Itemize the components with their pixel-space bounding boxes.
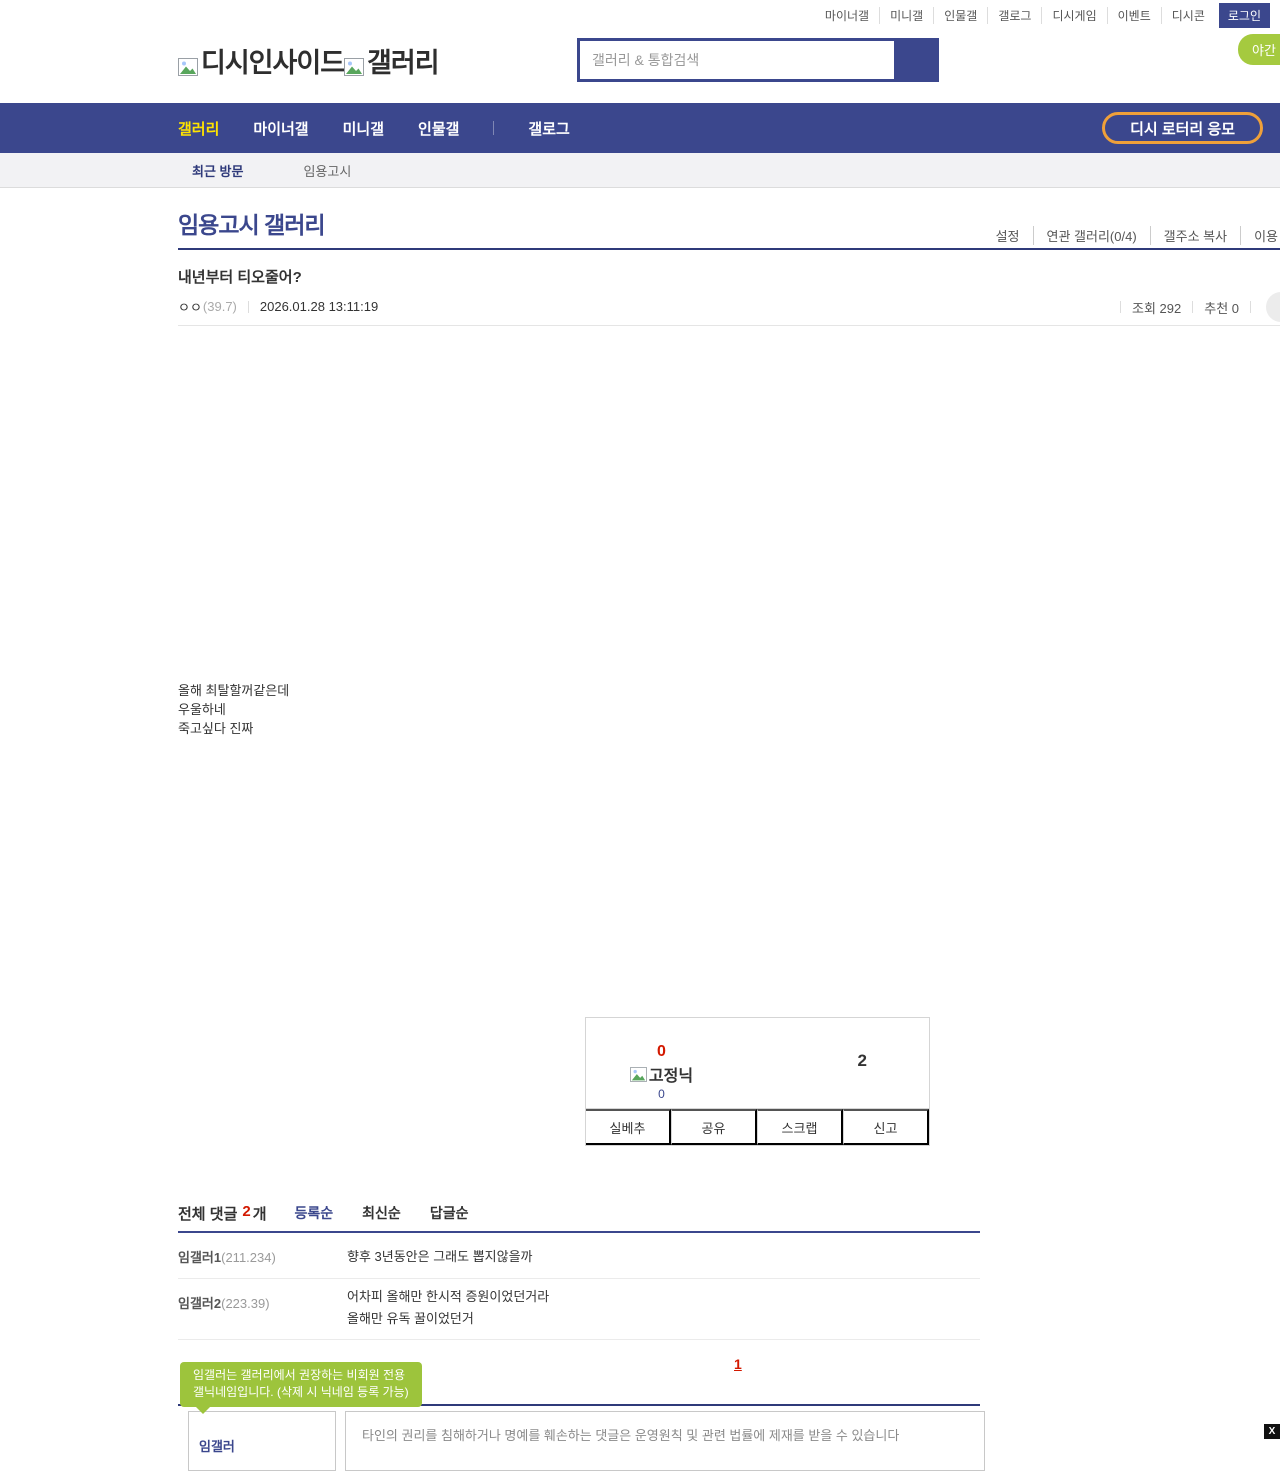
comment-text: 어차피 올해만 한시적 증원이었던거라 올해만 유독 꿀이었던거	[347, 1286, 549, 1330]
post-body-line: 올해 최탈할꺼같은데	[178, 683, 290, 698]
post-meta: ㅇㅇ (39.7) 2026.01.28 13:11:19	[178, 297, 378, 316]
comment-text: 향후 3년동안은 그래도 뽑지않을까	[347, 1246, 533, 1268]
comments-count: 2	[242, 1203, 251, 1220]
post-author[interactable]: ㅇㅇ	[178, 297, 202, 316]
main-nav: 갤러리 마이너갤 미니갤 인물갤 갤로그	[0, 103, 1280, 153]
topbar-link-person-gallery[interactable]: 인물갤	[934, 6, 989, 24]
close-banner-button[interactable]: X	[1264, 1424, 1280, 1439]
search-box	[577, 38, 939, 82]
sort-tab-newest[interactable]: 최신순	[362, 1203, 401, 1223]
downvote-count: 2	[857, 1051, 867, 1070]
comment-author[interactable]: 임갤러1(211.234)	[178, 1247, 276, 1266]
logo-text-dcinside: 디시인사이드	[201, 48, 345, 78]
comment-page-1[interactable]: 1	[734, 1356, 742, 1372]
broken-image-icon	[178, 52, 198, 76]
comment-nick: 임갤러2	[178, 1296, 222, 1311]
guest-nickname-tooltip: 임갤러는 갤러리에서 권장하는 비회원 전용 갤닉네임입니다. (삭제 시 닉네…	[180, 1362, 422, 1414]
tooltip-line: 갤닉네임입니다. (삭제 시 닉네임 등록 가능)	[193, 1385, 409, 1399]
post-body-line: 죽고싶다 진짜	[178, 721, 254, 736]
silbechu-button[interactable]: 실베추	[586, 1109, 671, 1145]
title-divider	[178, 248, 1280, 250]
topbar-link-mini-gallery[interactable]: 미니갤	[880, 6, 935, 24]
comment-author[interactable]: 임갤러2(223.39)	[178, 1293, 270, 1312]
scrap-button[interactable]: 스크랩	[757, 1109, 843, 1145]
site-logo[interactable]: 디시인사이드 갤러리	[178, 41, 440, 80]
post-header-divider	[178, 325, 1280, 326]
night-mode-badge[interactable]: 야간 도	[1238, 34, 1280, 65]
vote-counts: 0 고정닉 0 2	[586, 1018, 929, 1109]
topbar-link-event[interactable]: 이벤트	[1108, 6, 1162, 24]
login-button[interactable]: 로그인	[1218, 2, 1270, 28]
top-utility-bar: 마이너갤 미니갤 인물갤 갤로그 디시게임 이벤트 디시콘 로그인	[0, 0, 1280, 30]
fixed-nick-count: 0	[658, 1087, 665, 1101]
nav-item-gallog[interactable]: 갤로그	[528, 118, 569, 139]
comment-line: 올해만 유독 꿀이었던거	[347, 1311, 474, 1326]
topbar-link-gallog[interactable]: 갤로그	[988, 6, 1043, 24]
search-input[interactable]	[580, 41, 894, 79]
fixed-nick-recommend: 고정닉	[614, 1062, 709, 1086]
comment-row: 임갤러2(223.39) 어차피 올해만 한시적 증원이었던거라 올해만 유독 …	[178, 1279, 980, 1340]
meta-separator	[1250, 301, 1251, 313]
post-like-count: 추천 0	[1204, 300, 1239, 316]
copy-gallery-url-link[interactable]: 갤주소 복사	[1151, 226, 1242, 245]
sort-tab-registered[interactable]: 등록순	[295, 1203, 334, 1223]
meta-separator	[1192, 301, 1194, 313]
usage-guide-link[interactable]: 이용	[1241, 226, 1280, 245]
comments-count-suffix: 개	[252, 1206, 267, 1223]
related-galleries-link[interactable]: 연관 갤러리(0/4)	[1034, 226, 1151, 245]
fixed-nick-label: 고정닉	[648, 1068, 694, 1085]
comment-ip: (223.39)	[221, 1296, 270, 1311]
meta-separator	[1120, 301, 1121, 313]
post-body-line: 우울하네	[178, 702, 226, 717]
post-stats: 조회 292 추천 0	[1109, 292, 1280, 322]
logo-text-gallery: 갤러리	[367, 48, 440, 78]
upvote-count: 0	[657, 1043, 666, 1060]
meta-separator	[247, 300, 249, 313]
comment-nickname-input[interactable]	[188, 1411, 336, 1471]
comment-shortcut-button[interactable]	[1266, 292, 1280, 322]
post-body: 올해 최탈할꺼같은데 우울하네 죽고싶다 진짜	[178, 681, 289, 738]
comment-nick: 임갤러1	[178, 1250, 222, 1265]
comments-header: 전체 댓글 2 개 등록순 최신순 답글순	[178, 1203, 980, 1233]
nav-item-gallery[interactable]: 갤러리	[178, 118, 219, 139]
recent-visit-gallery-link[interactable]: 임용고시	[303, 161, 351, 180]
gallery-settings-link[interactable]: 설정	[983, 226, 1034, 245]
nav-item-person-gallery[interactable]: 인물갤	[418, 118, 459, 139]
recent-visit-label[interactable]: 최근 방문	[192, 161, 243, 180]
post-date: 2026.01.28 13:11:19	[259, 299, 379, 314]
nav-item-minor-gallery[interactable]: 마이너갤	[253, 118, 308, 139]
post-title: 내년부터 티오줄어?	[178, 269, 302, 286]
sort-tab-replies[interactable]: 답글순	[430, 1203, 469, 1223]
comment-write-textarea[interactable]	[345, 1411, 985, 1471]
broken-image-icon	[344, 52, 365, 76]
topbar-link-minor-gallery[interactable]: 마이너갤	[815, 6, 881, 24]
vote-actions: 실베추 공유 스크랩 신고	[586, 1109, 929, 1145]
comment-row: 임갤러1(211.234) 향후 3년동안은 그래도 뽑지않을까	[178, 1233, 980, 1279]
comment-line: 어차피 올해만 한시적 증원이었던거라	[347, 1289, 550, 1304]
nav-divider	[493, 121, 495, 135]
report-button[interactable]: 신고	[843, 1109, 929, 1145]
comments-total-label: 전체 댓글	[178, 1206, 238, 1223]
post-view-count: 조회 292	[1132, 300, 1182, 316]
comment-line: 향후 3년동안은 그래도 뽑지않을까	[347, 1249, 533, 1264]
gallery-title[interactable]: 임용고시 갤러리	[178, 206, 326, 240]
broken-image-icon	[630, 1066, 647, 1082]
nav-item-mini-gallery[interactable]: 미니갤	[343, 118, 384, 139]
search-button[interactable]	[894, 41, 936, 79]
share-button[interactable]: 공유	[671, 1109, 757, 1145]
topbar-link-dcgame[interactable]: 디시게임	[1042, 6, 1108, 24]
gallery-utility-links: 설정 연관 갤러리(0/4) 갤주소 복사 이용	[983, 226, 1280, 245]
recent-visit-bar: 최근 방문 임용고시	[0, 153, 1280, 188]
tooltip-line: 임갤러는 갤러리에서 권장하는 비회원 전용	[193, 1368, 406, 1382]
vote-box: 0 고정닉 0 2 실베추 공유 스크랩 신고	[585, 1017, 930, 1146]
dc-lottery-button[interactable]: 디시 로터리 응모	[1102, 112, 1263, 144]
topbar-link-dccon[interactable]: 디시콘	[1162, 7, 1215, 24]
comment-ip: (211.234)	[221, 1250, 276, 1265]
post-author-ip: (39.7)	[202, 299, 237, 314]
